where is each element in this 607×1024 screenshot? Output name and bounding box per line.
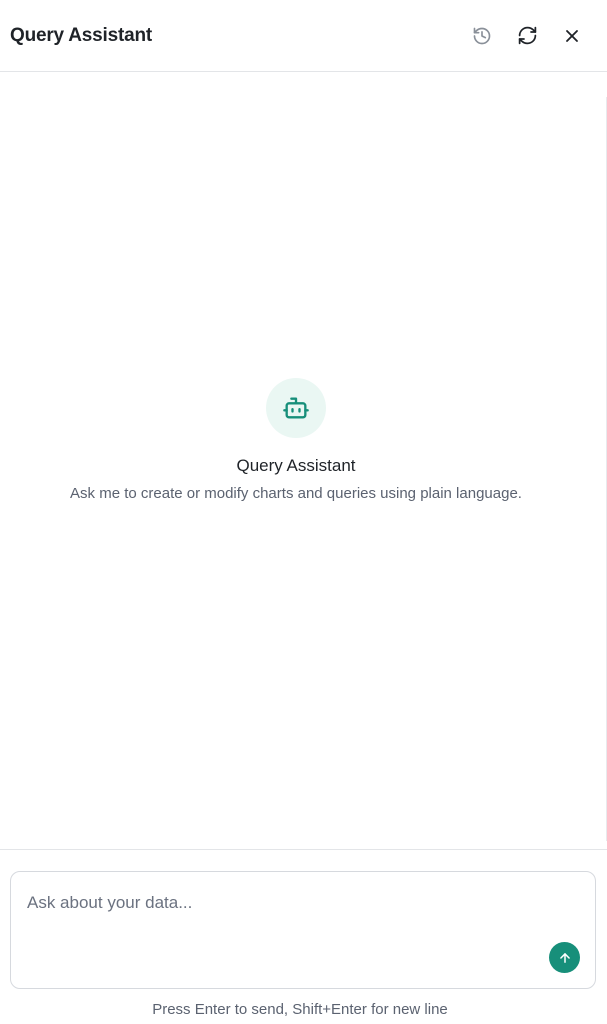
message-input[interactable] [11, 872, 595, 988]
close-icon [566, 29, 578, 42]
empty-state-title: Query Assistant [236, 456, 356, 475]
bot-icon [283, 397, 309, 419]
query-assistant-panel: Query Assistant Query Assistant Ask me t… [0, 0, 607, 1024]
composer-hint: Press Enter to send, Shift+Enter for new… [152, 1001, 448, 1018]
panel-title: Query Assistant [10, 24, 153, 46]
empty-state-description: Ask me to create or modify charts and qu… [70, 485, 522, 502]
composer-footer: Press Enter to send, Shift+Enter for new… [0, 849, 607, 1024]
panel-header: Query Assistant [0, 0, 607, 72]
header-actions [466, 20, 588, 52]
history-icon [473, 27, 491, 44]
close-button[interactable] [556, 20, 588, 52]
conversation-area[interactable]: Query Assistant Ask me to create or modi… [0, 73, 607, 849]
arrow-up-icon [559, 952, 570, 963]
history-button[interactable] [466, 20, 498, 52]
send-button[interactable] [549, 942, 580, 973]
refresh-button[interactable] [511, 20, 543, 52]
bot-avatar [266, 378, 326, 438]
message-composer [10, 871, 596, 989]
refresh-icon [518, 26, 536, 45]
empty-state: Query Assistant Ask me to create or modi… [0, 378, 592, 502]
